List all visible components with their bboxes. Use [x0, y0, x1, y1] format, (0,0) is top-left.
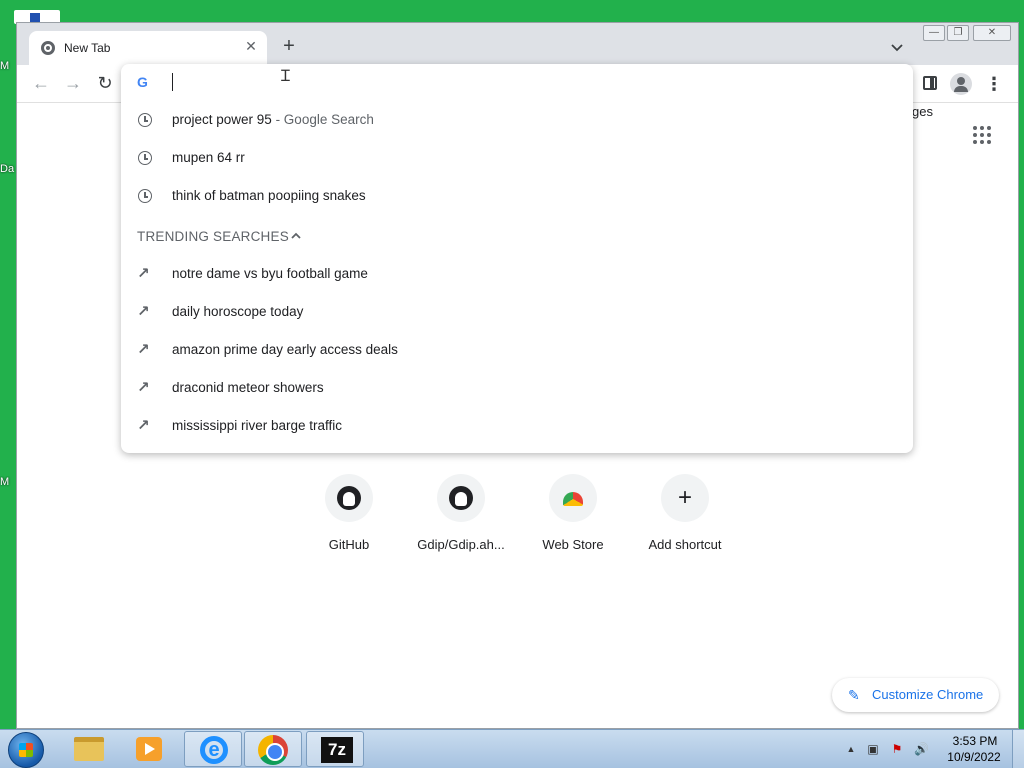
action-center-icon[interactable]: ⚑ — [890, 742, 904, 756]
desktop-icon-label[interactable]: M — [0, 60, 16, 74]
suggestion-text: mupen 64 rr — [172, 150, 245, 165]
taskbar-internet-explorer[interactable]: e — [184, 731, 242, 767]
back-button[interactable]: ← — [31, 73, 51, 93]
shortcut-label: Gdip/Gdip.ah... — [417, 537, 505, 552]
tab-new-tab[interactable]: New Tab ✕ — [29, 31, 267, 65]
shortcut-gdip[interactable]: Gdip/Gdip.ah... — [411, 474, 511, 552]
omnibox-input-row: G — [121, 64, 913, 102]
trending-icon: ↗ — [137, 265, 150, 282]
desktop-icon-label[interactable]: M — [0, 476, 16, 490]
trending-searches-header: TRENDING SEARCHES — [137, 229, 289, 244]
google-icon: G — [137, 74, 148, 90]
trending-icon: ↗ — [137, 341, 150, 358]
chevron-up-icon[interactable] — [289, 229, 303, 243]
clock-time[interactable]: 3:53 PM — [950, 734, 1000, 748]
tab-title: New Tab — [64, 41, 111, 55]
suggestion-text: mississippi river barge traffic — [172, 418, 343, 433]
volume-icon[interactable]: 🔊 — [914, 742, 929, 756]
omnibox-input[interactable] — [172, 72, 872, 92]
new-tab-button[interactable]: + — [279, 36, 299, 57]
close-tab-icon[interactable]: ✕ — [243, 38, 259, 54]
shortcut-github[interactable]: GitHub — [299, 474, 399, 552]
text-caret — [172, 73, 173, 91]
network-icon[interactable]: ▣ — [866, 742, 880, 756]
reload-button[interactable]: ↻ — [95, 73, 115, 93]
suggestion-text: amazon prime day early access deals — [172, 342, 398, 357]
chrome-favicon-icon — [41, 41, 55, 55]
taskbar-7zip[interactable]: 7z — [306, 731, 364, 767]
show-hidden-icons-button[interactable]: ▲ — [844, 742, 858, 756]
menu-icon[interactable]: ⋮ — [983, 73, 1005, 95]
trending-icon: ↗ — [137, 417, 150, 434]
desktop-icon-label[interactable]: Da — [0, 163, 16, 177]
show-desktop-button[interactable] — [1012, 730, 1024, 768]
github-icon — [337, 486, 361, 510]
taskbar-media-player[interactable] — [120, 731, 178, 767]
customize-chrome-label: Customize Chrome — [872, 687, 984, 702]
taskbar: e 7z ▲ ▣ ⚑ 🔊 3:53 PM 10/9/2022 — [0, 729, 1024, 768]
side-panel-icon[interactable] — [923, 76, 937, 90]
taskbar-explorer[interactable] — [60, 731, 118, 767]
github-icon — [449, 486, 473, 510]
media-player-icon — [136, 737, 162, 761]
suggestion-text: notre dame vs byu football game — [172, 266, 368, 281]
trending-icon: ↗ — [137, 303, 150, 320]
suggestion-text: draconid meteor showers — [172, 380, 324, 395]
suggestion-trending[interactable]: ↗ draconid meteor showers — [121, 369, 913, 407]
taskbar-chrome[interactable] — [244, 731, 302, 767]
suggestion-suffix: - Google Search — [271, 112, 374, 127]
omnibox-dropdown: G project power 95 - Google Search mupen… — [121, 64, 913, 453]
add-shortcut-button[interactable]: + Add shortcut — [635, 474, 735, 552]
7zip-icon: 7z — [321, 737, 353, 763]
suggestion-text: daily horoscope today — [172, 304, 304, 319]
clock-date[interactable]: 10/9/2022 — [944, 750, 1004, 764]
google-apps-icon[interactable] — [973, 126, 991, 144]
internet-explorer-icon: e — [200, 736, 228, 764]
plus-icon: + — [677, 484, 692, 511]
suggestion-text: project power 95 — [172, 112, 272, 127]
clock-icon — [137, 112, 153, 128]
suggestion-history[interactable]: project power 95 - Google Search — [121, 101, 913, 139]
shortcut-web-store[interactable]: Web Store — [523, 474, 623, 552]
chrome-icon — [258, 735, 288, 765]
close-window-button[interactable]: ✕ — [973, 25, 1011, 41]
suggestion-text: think of batman poopiing snakes — [172, 188, 366, 203]
shortcut-label: GitHub — [328, 537, 370, 552]
clock-icon — [137, 188, 153, 204]
trending-icon: ↗ — [137, 379, 150, 396]
suggestion-trending[interactable]: ↗ mississippi river barge traffic — [121, 407, 913, 445]
title-bar: New Tab ✕ + — ❐ ✕ — [17, 23, 1018, 65]
shortcut-label: Add shortcut — [648, 537, 722, 552]
minimize-button[interactable]: — — [923, 25, 945, 41]
pencil-icon: ✎ — [848, 687, 860, 703]
text-cursor-icon: Ɪ — [281, 68, 290, 85]
profile-icon[interactable] — [950, 73, 972, 95]
explorer-icon — [74, 737, 104, 761]
clock-icon — [137, 150, 153, 166]
suggestion-trending[interactable]: ↗ daily horoscope today — [121, 293, 913, 331]
suggestion-trending[interactable]: ↗ amazon prime day early access deals — [121, 331, 913, 369]
forward-button[interactable]: → — [63, 73, 83, 93]
shortcut-label: Web Store — [542, 537, 604, 552]
web-store-icon — [563, 492, 583, 506]
restore-button[interactable]: ❐ — [947, 25, 969, 41]
start-button[interactable] — [8, 732, 44, 768]
suggestion-trending[interactable]: ↗ notre dame vs byu football game — [121, 255, 913, 293]
customize-chrome-button[interactable]: ✎ Customize Chrome — [832, 678, 999, 712]
suggestion-history[interactable]: mupen 64 rr — [121, 139, 913, 177]
suggestion-history[interactable]: think of batman poopiing snakes — [121, 177, 913, 215]
chevron-down-icon[interactable] — [889, 39, 905, 55]
